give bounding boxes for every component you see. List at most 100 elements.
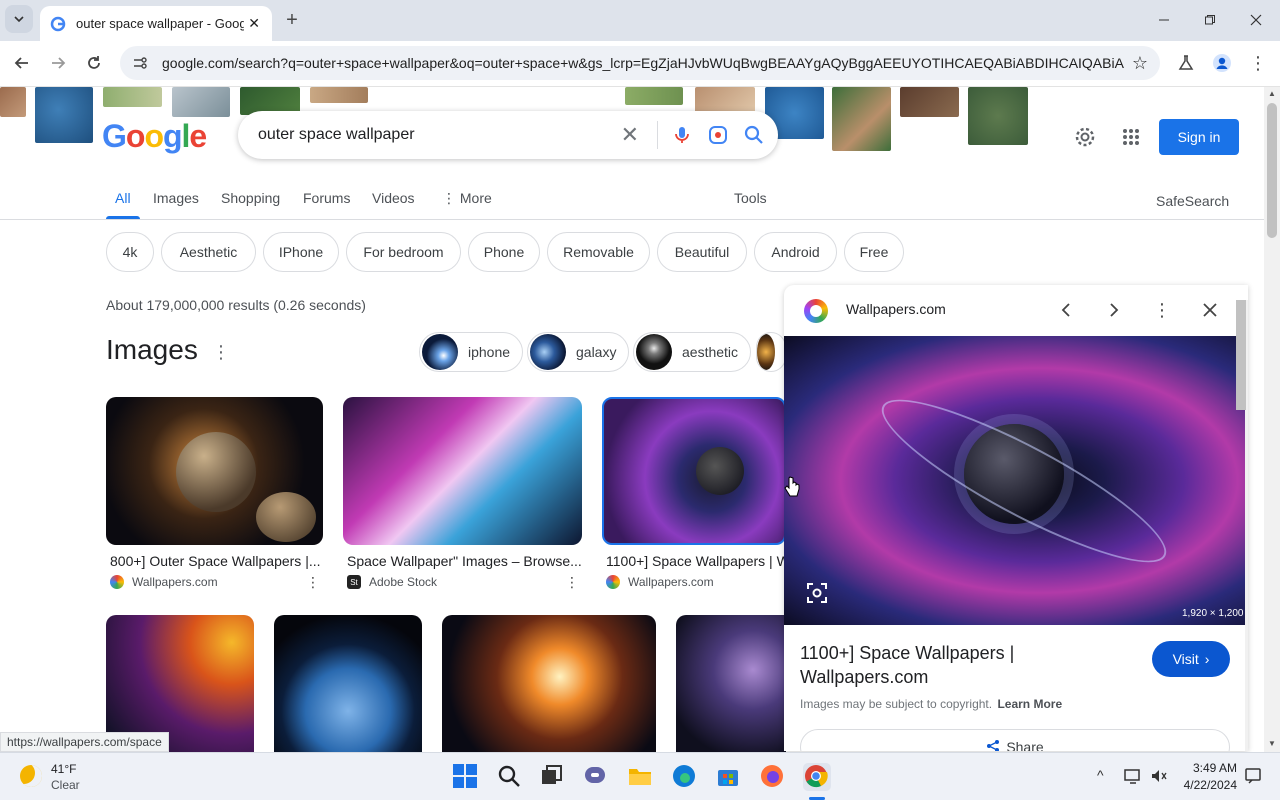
browser-tab[interactable]: outer space wallpaper - Googl ✕ xyxy=(40,6,272,41)
new-tab-button[interactable]: + xyxy=(277,5,307,35)
browser-menu-button[interactable]: ⋮ xyxy=(1243,48,1273,78)
firefox-icon[interactable] xyxy=(759,763,787,791)
close-icon xyxy=(1250,14,1262,26)
image-result-source[interactable]: Wallpapers.com xyxy=(110,575,218,589)
chip-android[interactable]: Android xyxy=(754,232,837,272)
next-result-button[interactable] xyxy=(1099,295,1129,325)
clock-time[interactable]: 3:49 AM xyxy=(1182,761,1237,775)
chip-phone[interactable]: Phone xyxy=(468,232,540,272)
nav-images[interactable]: Images xyxy=(153,190,199,206)
nav-all[interactable]: All xyxy=(115,190,131,206)
sign-in-button[interactable]: Sign in xyxy=(1159,119,1239,155)
search-icon[interactable] xyxy=(744,125,764,145)
forward-button[interactable] xyxy=(43,48,73,78)
site-info-icon[interactable] xyxy=(132,55,148,71)
volume-icon[interactable] xyxy=(1150,767,1168,790)
result-more-icon[interactable]: ⋮ xyxy=(306,574,320,591)
chrome-icon[interactable] xyxy=(803,763,831,791)
nav-more[interactable]: ⋮ More xyxy=(442,190,492,207)
image-result-thumbnail[interactable] xyxy=(274,615,422,752)
network-icon[interactable] xyxy=(1124,767,1142,790)
search-input[interactable]: outer space wallpaper xyxy=(258,126,621,144)
edge-browser-icon[interactable] xyxy=(671,763,699,791)
image-result-source[interactable]: St Adobe Stock xyxy=(347,575,437,589)
back-button[interactable] xyxy=(7,48,37,78)
tools-button[interactable]: Tools xyxy=(734,190,767,206)
pill-more[interactable] xyxy=(756,332,786,372)
image-result-thumbnail[interactable] xyxy=(442,615,656,752)
address-bar[interactable]: google.com/search?q=outer+space+wallpape… xyxy=(120,46,1160,80)
taskbar-search-icon[interactable] xyxy=(496,763,524,791)
image-result-caption[interactable]: 800+] Outer Space Wallpapers |... xyxy=(110,553,322,569)
chip-for-bedroom[interactable]: For bedroom xyxy=(346,232,461,272)
moon-weather-icon[interactable] xyxy=(20,765,42,787)
task-view-icon[interactable] xyxy=(539,763,567,791)
pill-aesthetic[interactable]: aesthetic xyxy=(633,332,752,372)
image-result-caption[interactable]: Space Wallpaper" Images – Browse... xyxy=(347,553,581,569)
minimize-button[interactable] xyxy=(1149,5,1179,35)
microsoft-store-icon[interactable] xyxy=(715,763,743,791)
apps-button[interactable] xyxy=(1116,122,1146,152)
image-result-thumbnail-selected[interactable] xyxy=(602,397,786,545)
bookmark-star-icon[interactable]: ☆ xyxy=(1132,53,1148,74)
microphone-icon[interactable] xyxy=(672,125,692,145)
google-logo[interactable]: Google xyxy=(102,118,207,155)
page-scrollbar[interactable]: ▲ ▼ xyxy=(1264,87,1280,752)
clock-date[interactable]: 4/22/2024 xyxy=(1172,778,1237,792)
close-window-button[interactable] xyxy=(1241,5,1271,35)
visit-button[interactable]: Visit › xyxy=(1152,641,1230,677)
browser-toolbar: google.com/search?q=outer+space+wallpape… xyxy=(0,41,1280,87)
panel-title[interactable]: 1100+] Space Wallpapers | Wallpapers.com xyxy=(800,641,1130,689)
chip-iphone[interactable]: IPhone xyxy=(263,232,339,272)
images-menu-icon[interactable]: ⋮ xyxy=(212,342,230,363)
share-button[interactable]: Share xyxy=(800,729,1230,751)
panel-scrollbar[interactable] xyxy=(1236,300,1248,751)
image-result-thumbnail[interactable] xyxy=(343,397,582,545)
preview-image[interactable]: 1,920 × 1,200 xyxy=(784,336,1248,625)
learn-more-link[interactable]: Learn More xyxy=(997,697,1062,711)
windows-start-icon[interactable] xyxy=(452,763,480,791)
image-result-thumbnail[interactable] xyxy=(676,615,786,752)
chip-beautiful[interactable]: Beautiful xyxy=(657,232,747,272)
chip-aesthetic[interactable]: Aesthetic xyxy=(161,232,256,272)
close-tab-icon[interactable]: ✕ xyxy=(244,15,264,32)
clear-search-icon[interactable]: ✕ xyxy=(621,122,639,148)
safesearch-button[interactable]: SafeSearch xyxy=(1156,193,1229,209)
result-more-icon[interactable]: ⋮ xyxy=(565,574,579,591)
image-result-caption[interactable]: 1100+] Space Wallpapers | W xyxy=(606,553,784,569)
pill-iphone[interactable]: iphone xyxy=(419,332,524,372)
nav-forums[interactable]: Forums xyxy=(303,190,350,206)
tab-search-button[interactable] xyxy=(5,5,33,33)
search-box[interactable]: outer space wallpaper ✕ xyxy=(238,111,778,159)
restore-button[interactable] xyxy=(1195,5,1225,35)
reload-button[interactable] xyxy=(79,48,109,78)
file-explorer-icon[interactable] xyxy=(627,763,655,791)
profile-button[interactable] xyxy=(1207,48,1237,78)
panel-site-name[interactable]: Wallpapers.com xyxy=(846,301,946,317)
pill-galaxy[interactable]: galaxy xyxy=(527,332,630,372)
chip-removable[interactable]: Removable xyxy=(547,232,650,272)
chip-free[interactable]: Free xyxy=(844,232,904,272)
teams-chat-icon[interactable] xyxy=(583,763,611,791)
image-result-thumbnail[interactable] xyxy=(106,397,323,545)
weather-temp[interactable]: 41°F xyxy=(51,762,76,776)
scroll-down-icon[interactable]: ▼ xyxy=(1268,739,1276,748)
tab-title: outer space wallpaper - Googl xyxy=(76,16,245,31)
labs-button[interactable] xyxy=(1171,48,1201,78)
previous-result-button[interactable] xyxy=(1051,295,1081,325)
close-panel-button[interactable] xyxy=(1195,295,1225,325)
notification-icon[interactable] xyxy=(1245,768,1261,789)
nav-shopping[interactable]: Shopping xyxy=(221,190,280,206)
weather-condition[interactable]: Clear xyxy=(51,778,80,792)
chip-4k[interactable]: 4k xyxy=(106,232,154,272)
nav-videos[interactable]: Videos xyxy=(372,190,415,206)
scrollbar-thumb[interactable] xyxy=(1267,103,1277,238)
settings-button[interactable] xyxy=(1070,122,1100,152)
lens-camera-icon[interactable] xyxy=(708,125,728,145)
image-preview-panel: Wallpapers.com ⋮ 1,920 × 1,200 1100+] Sp… xyxy=(784,285,1248,751)
image-result-source[interactable]: Wallpapers.com xyxy=(606,575,714,589)
panel-more-button[interactable]: ⋮ xyxy=(1147,295,1177,325)
lens-search-button[interactable] xyxy=(804,580,830,606)
chevron-up-icon[interactable]: ^ xyxy=(1097,767,1104,783)
scroll-up-icon[interactable]: ▲ xyxy=(1268,89,1276,98)
